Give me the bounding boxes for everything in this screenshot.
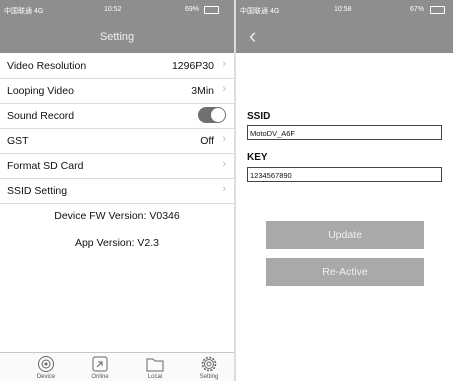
- signal-carrier: 中国联通 4G: [4, 8, 44, 15]
- battery-icon: [204, 6, 219, 14]
- setting-value: Off: [200, 135, 214, 147]
- setting-label: Looping Video: [7, 85, 74, 97]
- tab-label: Setting: [199, 374, 219, 380]
- device-fw-version: Device FW Version: V0346: [54, 210, 180, 222]
- setting-label: SSID Setting: [7, 185, 68, 197]
- nav-bar: ‹: [236, 21, 453, 53]
- gear-icon: [201, 356, 217, 372]
- key-field[interactable]: 1234567890: [247, 167, 442, 182]
- ssid-label: SSID: [247, 111, 271, 122]
- chevron-right-icon: ›: [222, 58, 226, 70]
- tab-local[interactable]: Local: [135, 355, 175, 381]
- ssid-field[interactable]: MotoDV_A6F: [247, 125, 442, 140]
- tab-label: Online: [91, 374, 109, 380]
- ssid-setting-screen: 中国联通 4G 10:58 67% ‹ SSID MotoDV_A6F KEY …: [236, 0, 453, 381]
- chevron-left-icon[interactable]: ‹: [249, 25, 256, 47]
- setting-label: Sound Record: [7, 110, 75, 122]
- settings-screen: 中国联通 4G 10:52 69% Setting Video Resoluti…: [0, 0, 234, 381]
- tab-bar: Device Online Local Setting: [0, 352, 234, 381]
- nav-bar: Setting: [0, 21, 234, 53]
- setting-row-sound-record: Sound Record: [0, 103, 234, 129]
- battery-percent: 67%: [410, 6, 425, 13]
- chevron-right-icon: ›: [222, 158, 226, 170]
- tab-online[interactable]: Online: [80, 355, 120, 381]
- setting-value: 3Min: [191, 85, 214, 97]
- status-time: 10:52: [104, 6, 122, 13]
- sound-record-toggle[interactable]: [198, 107, 226, 123]
- status-bar: 中国联通 4G 10:58 67%: [236, 0, 453, 21]
- signal-carrier: 中国联通 4G: [240, 8, 280, 15]
- status-time: 10:58: [334, 6, 352, 13]
- folder-icon: [146, 358, 164, 372]
- online-icon: [92, 356, 108, 372]
- status-bar: 中国联通 4G 10:52 69%: [0, 0, 234, 21]
- setting-label: Format SD Card: [7, 160, 84, 172]
- setting-row-ssid-setting[interactable]: SSID Setting ›: [0, 178, 234, 204]
- battery-percent: 69%: [185, 6, 200, 13]
- page-title: Setting: [99, 31, 135, 43]
- chevron-right-icon: ›: [222, 83, 226, 95]
- tab-setting[interactable]: Setting: [189, 355, 229, 381]
- setting-row-format-sd-card[interactable]: Format SD Card ›: [0, 153, 234, 179]
- update-button[interactable]: Update: [266, 221, 424, 249]
- camera-icon: [38, 356, 54, 372]
- tab-label: Device: [36, 374, 56, 380]
- setting-label: GST: [7, 135, 29, 147]
- chevron-right-icon: ›: [222, 133, 226, 145]
- battery-icon: [430, 6, 445, 14]
- app-version: App Version: V2.3: [74, 237, 160, 249]
- reactive-button[interactable]: Re-Active: [266, 258, 424, 286]
- setting-label: Video Resolution: [7, 60, 87, 72]
- tab-label: Local: [147, 374, 163, 380]
- setting-row-gst[interactable]: GST Off ›: [0, 128, 234, 154]
- key-label: KEY: [247, 152, 268, 163]
- setting-row-video-resolution[interactable]: Video Resolution 1296P30 ›: [0, 53, 234, 79]
- setting-value: 1296P30: [171, 60, 214, 72]
- setting-row-looping-video[interactable]: Looping Video 3Min ›: [0, 78, 234, 104]
- chevron-right-icon: ›: [222, 183, 226, 195]
- tab-device[interactable]: Device: [26, 355, 66, 381]
